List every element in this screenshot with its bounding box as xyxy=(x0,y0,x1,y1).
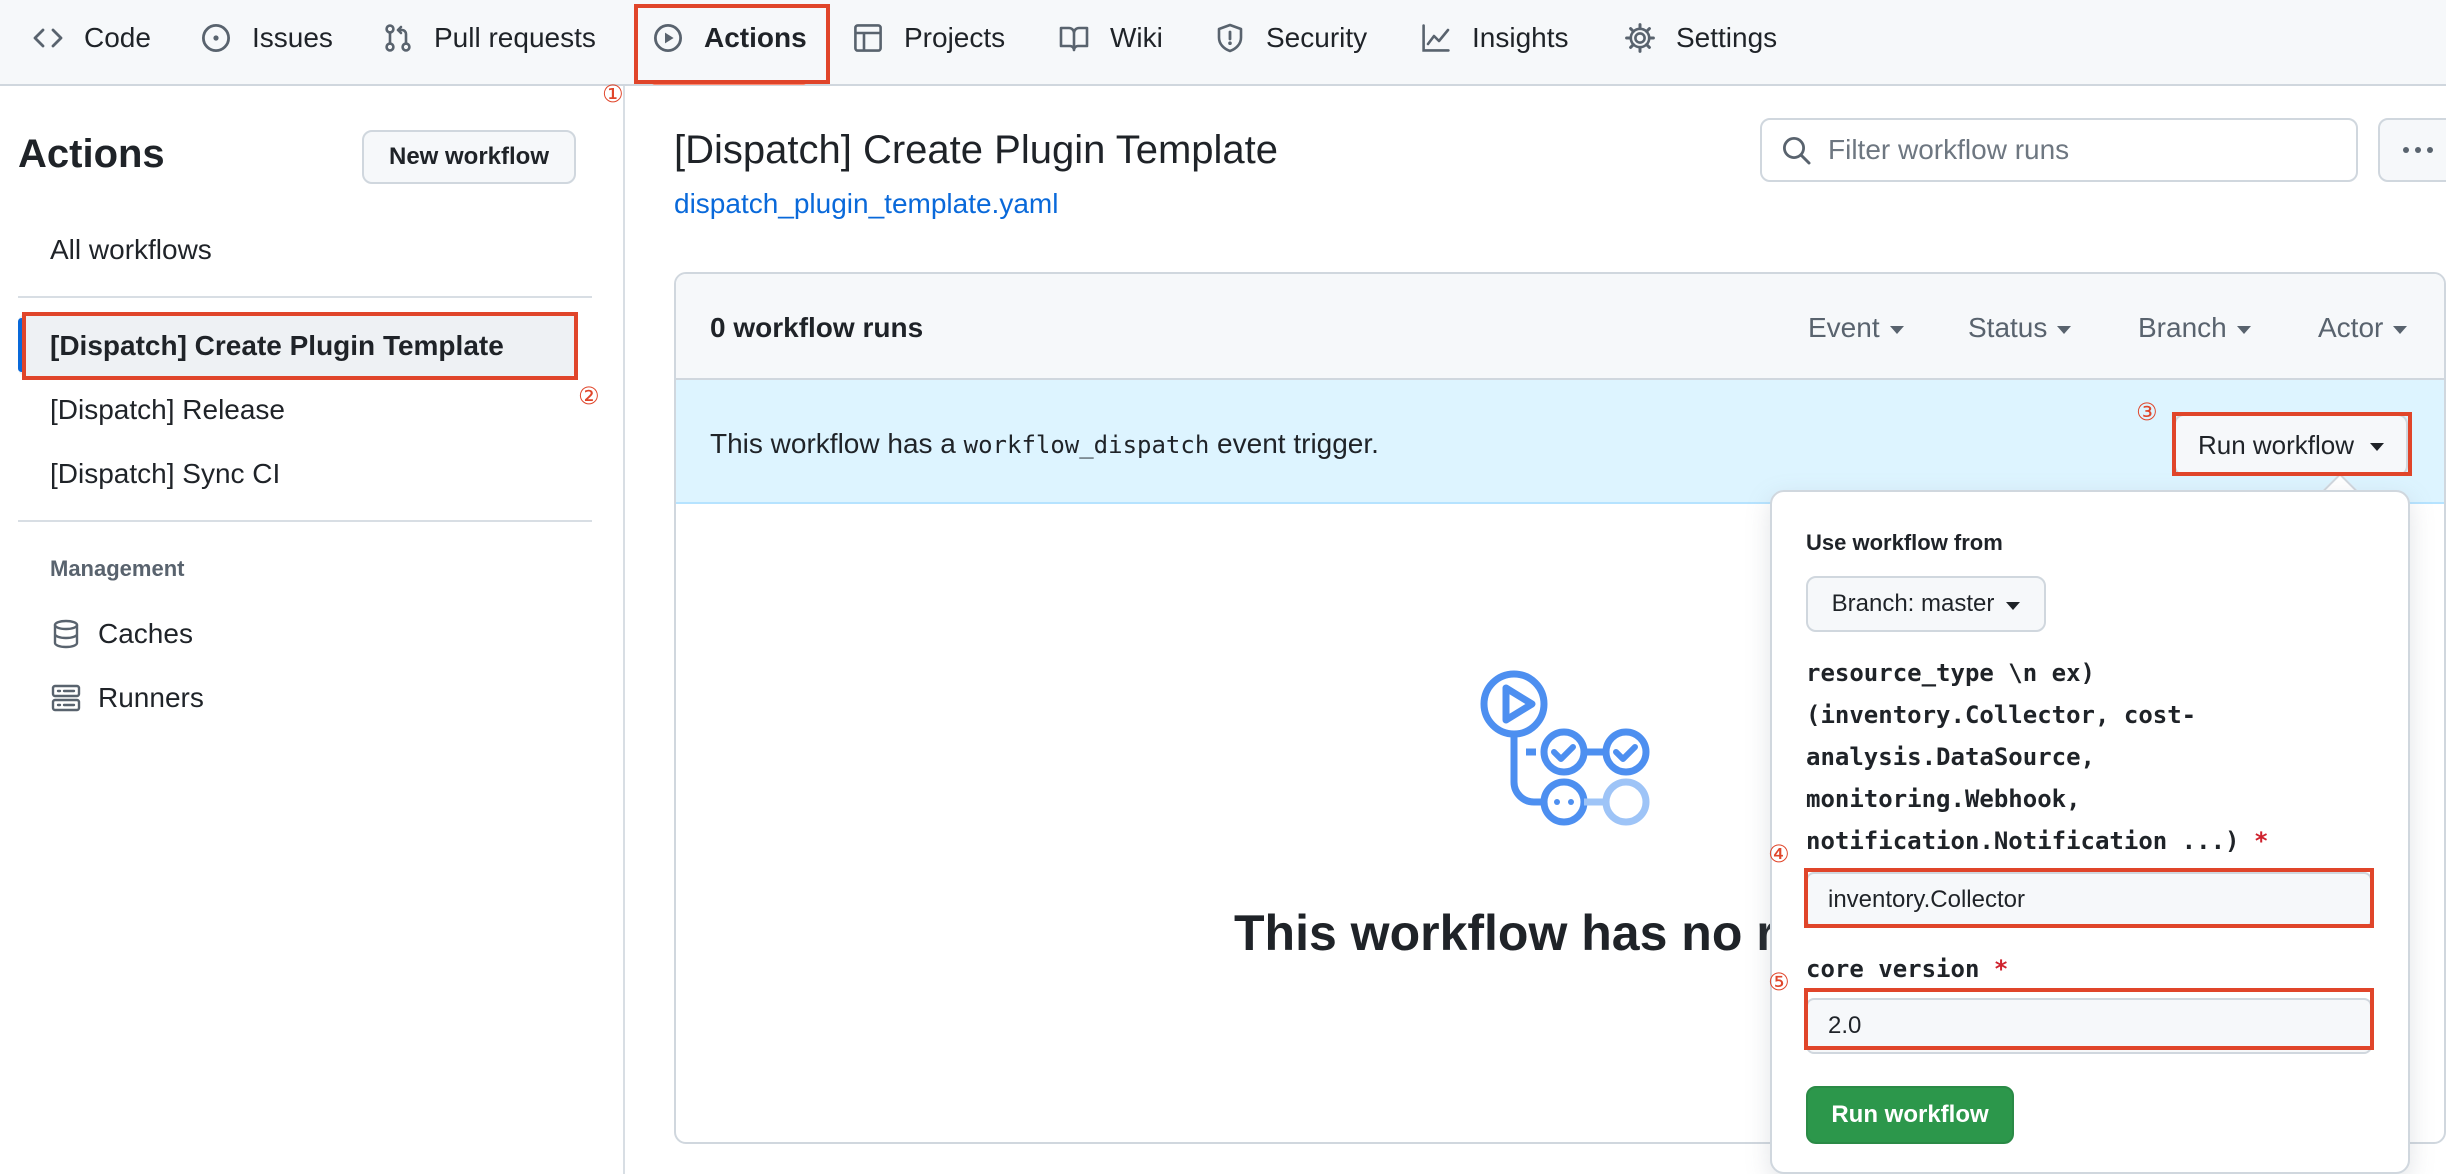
database-icon xyxy=(53,619,79,649)
tab-security-label: Security xyxy=(1266,22,1368,53)
sidebar-item-caches-label: Caches xyxy=(98,618,193,649)
core-version-label-text: core version xyxy=(1806,955,1980,983)
chevron-down-icon xyxy=(1889,326,1904,334)
table-icon xyxy=(854,24,882,52)
new-workflow-button[interactable]: New workflow xyxy=(362,130,576,184)
tab-insights[interactable]: Insights xyxy=(1420,0,1569,76)
status-filter-label: Status xyxy=(1968,312,2048,343)
runs-header: 0 workflow runs Event Status Branch Acto… xyxy=(676,274,2444,380)
server-icon xyxy=(51,684,81,712)
tab-actions[interactable]: Actions xyxy=(652,0,807,76)
active-tab-underline xyxy=(652,80,806,85)
run-workflow-dropdown-button[interactable]: Run workflow xyxy=(2174,414,2408,476)
banner-text: This workflow has a workflow_dispatch ev… xyxy=(710,428,1379,460)
graph-icon xyxy=(1422,24,1450,52)
play-icon xyxy=(653,23,683,53)
workflow-title: [Dispatch] Create Plugin Template xyxy=(674,128,1279,172)
filter-workflow-runs[interactable] xyxy=(1760,118,2358,182)
sidebar-item-runners-label: Runners xyxy=(98,682,204,713)
chevron-down-icon xyxy=(2006,602,2021,610)
tab-insights-label: Insights xyxy=(1472,22,1569,53)
gear-icon xyxy=(1625,23,1655,53)
git-pull-request-icon xyxy=(385,24,411,52)
resource-type-label-text: resource_type \n ex) (inventory.Collecto… xyxy=(1806,659,2240,855)
chevron-down-icon xyxy=(2057,326,2072,334)
use-workflow-from-label: Use workflow from xyxy=(1806,530,2003,555)
more-options-button[interactable] xyxy=(2378,118,2446,182)
tab-settings[interactable]: Settings xyxy=(1624,0,1777,76)
workflow-empty-state-icon xyxy=(1480,670,1650,826)
chevron-down-icon xyxy=(2236,326,2251,334)
banner-prefix: This workflow has a xyxy=(710,428,964,459)
sidebar-item-caches[interactable]: Caches xyxy=(50,618,193,650)
sidebar-item-all-workflows[interactable]: All workflows xyxy=(50,234,212,266)
annotation-number-1: ① xyxy=(602,80,624,108)
code-icon xyxy=(33,28,63,48)
run-workflow-submit-button[interactable]: Run workflow xyxy=(1806,1086,2014,1144)
tab-code-label: Code xyxy=(84,22,151,53)
required-marker: * xyxy=(2253,827,2269,855)
run-workflow-label: Run workflow xyxy=(2197,429,2355,460)
tab-settings-label: Settings xyxy=(1676,22,1778,53)
chevron-down-icon xyxy=(2393,326,2408,334)
resource-type-label: resource_type \n ex) (inventory.Collecto… xyxy=(1806,652,2366,862)
chevron-down-icon xyxy=(2370,443,2385,451)
sidebar-item-sync-ci[interactable]: [Dispatch] Sync CI xyxy=(50,458,280,490)
banner-code: workflow_dispatch xyxy=(963,431,1210,459)
event-filter-dropdown[interactable]: Event xyxy=(1808,312,1904,344)
banner-suffix: event trigger. xyxy=(1209,428,1379,459)
tab-code[interactable]: Code xyxy=(32,0,151,76)
tab-pull-requests[interactable]: Pull requests xyxy=(382,0,596,76)
actor-filter-label: Actor xyxy=(2318,312,2384,343)
repo-nav: Code Issues Pull requests Actions Projec… xyxy=(0,0,2446,86)
core-version-input[interactable] xyxy=(1806,998,2372,1054)
workflow-file-link[interactable]: dispatch_plugin_template.yaml xyxy=(674,188,1058,220)
annotation-number-3: ③ xyxy=(2136,398,2158,426)
tab-issues[interactable]: Issues xyxy=(200,0,333,76)
sidebar-selected-indicator xyxy=(18,318,25,372)
sidebar-title: Actions xyxy=(18,132,165,176)
tab-actions-label: Actions xyxy=(704,22,807,53)
tab-wiki[interactable]: Wiki xyxy=(1058,0,1163,76)
sidebar-divider xyxy=(623,86,625,1174)
sidebar-item-runners[interactable]: Runners xyxy=(50,682,204,714)
sidebar-item-create-plugin-template[interactable]: [Dispatch] Create Plugin Template xyxy=(50,330,504,362)
sidebar-item-release[interactable]: [Dispatch] Release xyxy=(50,394,285,426)
sidebar-separator xyxy=(18,520,592,522)
branch-select-button[interactable]: Branch: master xyxy=(1806,576,2046,632)
required-marker: * xyxy=(1993,955,2009,983)
event-filter-label: Event xyxy=(1808,312,1880,343)
status-filter-dropdown[interactable]: Status xyxy=(1968,312,2072,344)
shield-icon xyxy=(1217,23,1243,53)
tab-projects[interactable]: Projects xyxy=(852,0,1005,76)
actor-filter-dropdown[interactable]: Actor xyxy=(2318,312,2408,344)
annotation-number-4: ④ xyxy=(1768,840,1790,868)
run-workflow-popover: Use workflow from Branch: master resourc… xyxy=(1770,490,2410,1174)
sidebar-heading-management: Management xyxy=(50,556,185,581)
issue-opened-icon xyxy=(201,23,231,53)
resource-type-input[interactable] xyxy=(1806,872,2372,928)
book-icon xyxy=(1059,26,1089,52)
tab-issues-label: Issues xyxy=(252,22,333,53)
branch-filter-dropdown[interactable]: Branch xyxy=(2138,312,2251,344)
annotation-number-5: ⑤ xyxy=(1768,968,1790,996)
tab-pull-requests-label: Pull requests xyxy=(434,22,596,53)
kebab-horizontal-icon xyxy=(2403,147,2433,153)
branch-select-label: Branch: master xyxy=(1831,590,1995,617)
branch-filter-label: Branch xyxy=(2138,312,2227,343)
tab-projects-label: Projects xyxy=(904,22,1006,53)
sidebar-separator xyxy=(18,296,592,298)
filter-input[interactable] xyxy=(1828,134,2328,166)
tab-security[interactable]: Security xyxy=(1214,0,1367,76)
core-version-label: core version * xyxy=(1806,948,2366,990)
runs-count: 0 workflow runs xyxy=(710,312,924,343)
annotation-number-2: ② xyxy=(578,382,600,410)
search-icon xyxy=(1782,136,1811,165)
tab-wiki-label: Wiki xyxy=(1110,22,1163,53)
